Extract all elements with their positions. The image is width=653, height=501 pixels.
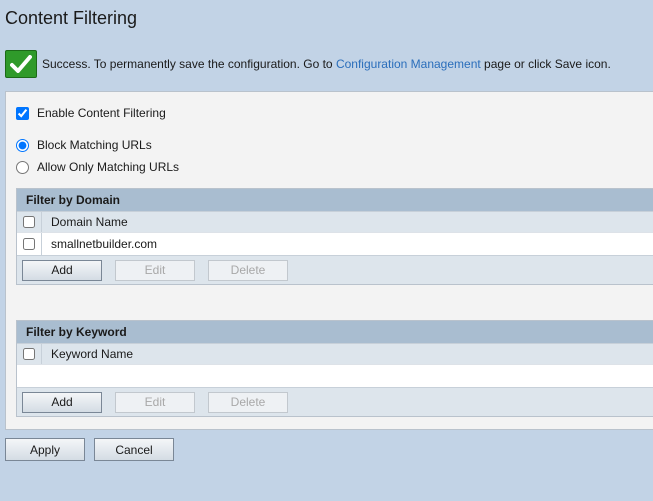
success-message: Success. To permanently save the configu… bbox=[5, 50, 611, 78]
domain-add-button[interactable]: Add bbox=[22, 259, 102, 281]
domain-button-bar: Add Edit Delete bbox=[17, 255, 653, 284]
table-row: smallnetbuilder.com bbox=[17, 232, 653, 255]
enable-row: Enable Content Filtering bbox=[16, 106, 166, 120]
configuration-management-link[interactable]: Configuration Management bbox=[336, 57, 481, 71]
domain-name-column-label: Domain Name bbox=[51, 215, 128, 229]
enable-content-filtering-checkbox[interactable] bbox=[16, 106, 29, 120]
cancel-button[interactable]: Cancel bbox=[94, 438, 174, 461]
keyword-select-all-checkbox[interactable] bbox=[23, 348, 35, 360]
domain-select-all-checkbox[interactable] bbox=[23, 216, 35, 228]
content-filtering-panel: Enable Content Filtering Block Matching … bbox=[5, 91, 653, 430]
success-text: Success. To permanently save the configu… bbox=[42, 57, 611, 71]
block-matching-urls-label: Block Matching URLs bbox=[37, 138, 152, 152]
filter-by-domain-title: Filter by Domain bbox=[17, 189, 653, 211]
domain-select-all-cell bbox=[17, 212, 42, 232]
form-actions: Apply Cancel bbox=[5, 438, 183, 461]
filter-by-domain-panel: Filter by Domain Domain Name smallnetbui… bbox=[16, 188, 653, 285]
keyword-name-column-label: Keyword Name bbox=[51, 347, 134, 361]
filter-by-keyword-title: Filter by Keyword bbox=[17, 321, 653, 343]
keyword-empty-row bbox=[17, 364, 653, 387]
keyword-button-bar: Add Edit Delete bbox=[17, 387, 653, 416]
keyword-add-button[interactable]: Add bbox=[22, 391, 102, 413]
domain-name-value: smallnetbuilder.com bbox=[51, 237, 158, 251]
apply-button[interactable]: Apply bbox=[5, 438, 85, 461]
success-check-icon bbox=[5, 50, 37, 78]
allow-only-matching-urls-radio[interactable] bbox=[16, 160, 29, 174]
success-prefix: Success. To permanently save the configu… bbox=[42, 57, 336, 71]
allow-only-matching-urls-label: Allow Only Matching URLs bbox=[37, 160, 180, 174]
domain-row-select-cell bbox=[17, 233, 42, 255]
keyword-edit-button[interactable]: Edit bbox=[115, 391, 195, 413]
filter-by-keyword-panel: Filter by Keyword Keyword Name Add Edit … bbox=[16, 320, 653, 417]
keyword-delete-button[interactable]: Delete bbox=[208, 391, 288, 413]
block-matching-urls-radio[interactable] bbox=[16, 138, 29, 152]
domain-row-checkbox[interactable] bbox=[23, 238, 35, 250]
keyword-column-header: Keyword Name bbox=[17, 343, 653, 364]
allow-row: Allow Only Matching URLs bbox=[16, 160, 179, 174]
block-row: Block Matching URLs bbox=[16, 138, 152, 152]
domain-column-header: Domain Name bbox=[17, 211, 653, 232]
keyword-select-all-cell bbox=[17, 344, 42, 364]
success-suffix: page or click Save icon. bbox=[480, 57, 611, 71]
domain-delete-button[interactable]: Delete bbox=[208, 259, 288, 281]
enable-content-filtering-label: Enable Content Filtering bbox=[37, 106, 166, 120]
page-title: Content Filtering bbox=[5, 8, 138, 28]
domain-edit-button[interactable]: Edit bbox=[115, 259, 195, 281]
